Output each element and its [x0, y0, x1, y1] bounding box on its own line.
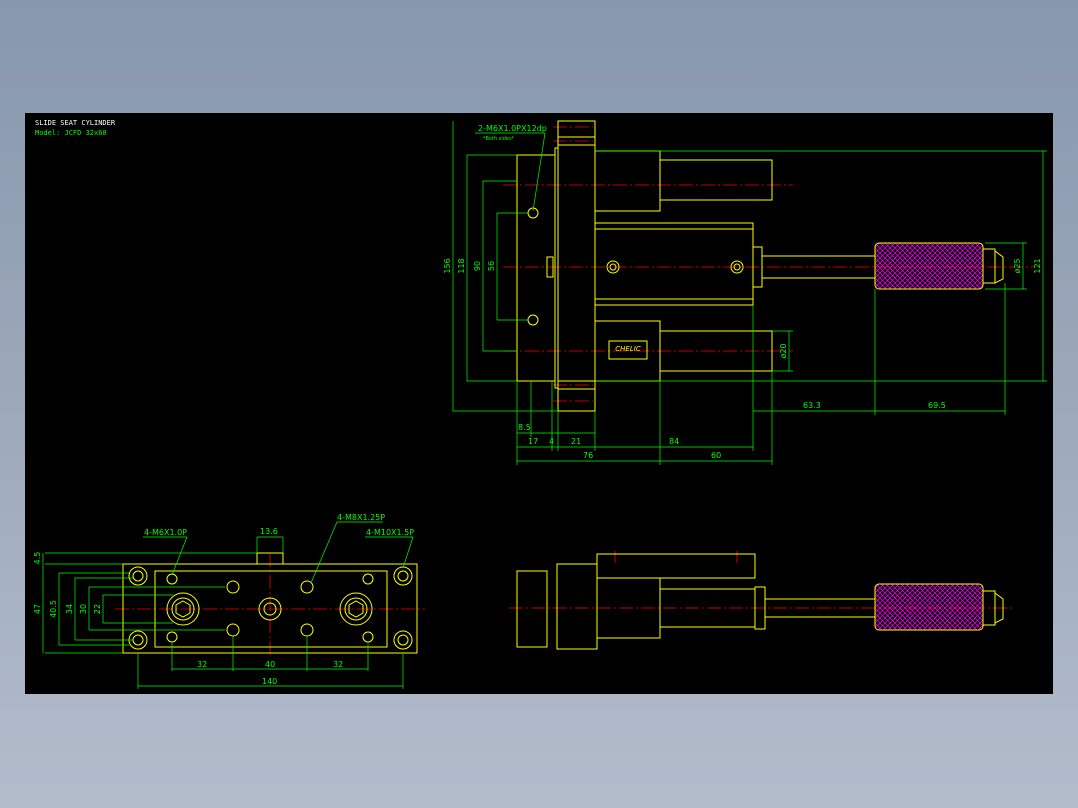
- brand-label: CHELIC: [615, 345, 641, 353]
- dim-4-5: 4.5: [33, 552, 42, 565]
- knurled-buffer: [874, 242, 984, 290]
- front-view: 4-M6X1.0P 4-M8X1.25P 4-M10X1.5P 13.6 4.5…: [33, 513, 425, 689]
- dim-4: 4: [549, 437, 554, 446]
- dim-118: 118: [457, 258, 466, 273]
- guide-rod-upper: [659, 159, 773, 201]
- dim-phi25: ø25: [1013, 258, 1022, 273]
- dim-34: 34: [65, 604, 74, 614]
- dim-17: 17: [528, 437, 538, 446]
- dim-8-5: 8.5: [518, 423, 531, 432]
- dim-32-right: 32: [333, 660, 343, 669]
- dim-60: 60: [711, 451, 721, 460]
- dim-21: 21: [571, 437, 581, 446]
- dim-56: 56: [487, 261, 496, 271]
- dim-30: 30: [79, 604, 88, 614]
- side-view: [509, 551, 1013, 650]
- side-knurled-buffer: [874, 583, 984, 631]
- top-view-dimensions: [452, 121, 1047, 465]
- guide-housing-upper: [594, 150, 661, 212]
- dim-84: 84: [669, 437, 679, 446]
- cad-drawing: CHELIC 2-M6X1.0PX12dp *Both sides* 156 1…: [33, 120, 1047, 689]
- dim-47: 47: [33, 604, 42, 614]
- dim-22: 22: [93, 604, 102, 614]
- dim-76: 76: [583, 451, 593, 460]
- side-plate: [516, 570, 548, 648]
- end-nut: [982, 248, 996, 284]
- thread-top-note: *Both sides*: [483, 136, 515, 142]
- side-front-block: [556, 563, 598, 650]
- dim-40: 40: [265, 660, 275, 669]
- m10-thread-label: 4-M10X1.5P: [366, 528, 414, 537]
- dim-140: 140: [262, 677, 277, 686]
- slide-plate: [516, 154, 556, 382]
- dim-69-5: 69.5: [928, 401, 946, 410]
- dim-32-left: 32: [197, 660, 207, 669]
- front-block: [557, 120, 596, 412]
- dim-121: 121: [1033, 258, 1042, 273]
- dim-40-5: 40.5: [49, 600, 58, 618]
- dim-63-3: 63.3: [803, 401, 821, 410]
- m8-thread-label: 4-M8X1.25P: [337, 513, 385, 522]
- dim-phi20: ø20: [779, 343, 788, 358]
- dim-156: 156: [443, 258, 452, 273]
- top-view: CHELIC 2-M6X1.0PX12dp *Both sides* 156 1…: [443, 120, 1047, 465]
- m6-thread-label: 4-M6X1.0P: [144, 528, 187, 537]
- drawing-canvas[interactable]: SLIDE SEAT CYLINDER Model: JCFD 32x60 CH…: [25, 113, 1053, 694]
- thread-top-label: 2-M6X1.0PX12dp: [478, 124, 547, 133]
- dim-13-6: 13.6: [260, 527, 278, 536]
- dim-90: 90: [473, 261, 482, 271]
